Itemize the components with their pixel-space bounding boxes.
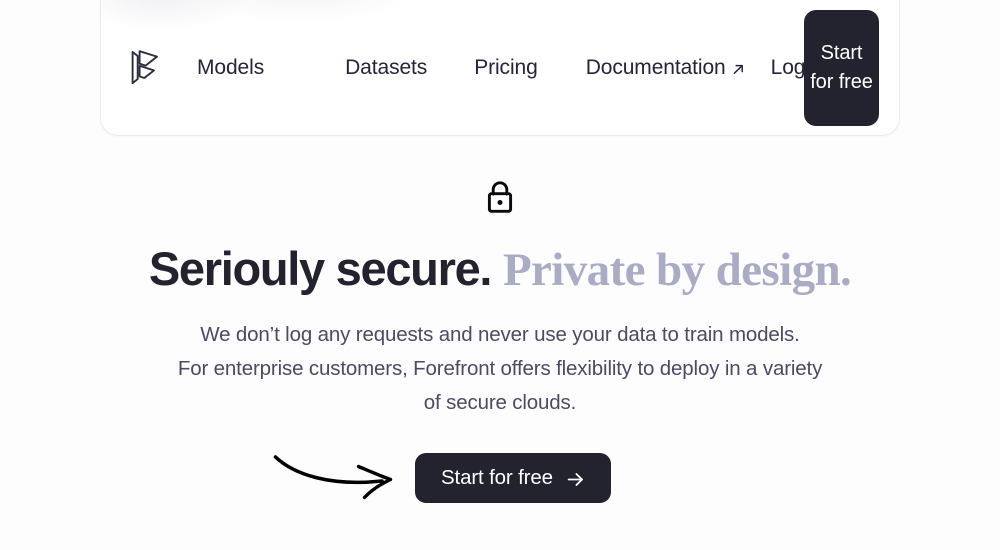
nav-item-datasets[interactable]: Datasets xyxy=(345,50,427,86)
forefront-logo-icon xyxy=(131,50,158,85)
page-title: Seriouly secure. Private by design. xyxy=(0,240,1000,299)
hero-icon-wrap xyxy=(0,180,1000,216)
lock-icon xyxy=(487,181,513,213)
nav-item-models[interactable]: Models xyxy=(197,50,264,86)
hero-subcopy-line-1: We don’t log any requests and never use … xyxy=(200,323,800,346)
headline-accent: Private by design. xyxy=(502,244,852,296)
nav-start-for-free-button[interactable]: Start for free xyxy=(804,10,879,126)
hero-subcopy-line-3: of secure clouds. xyxy=(423,391,577,414)
nav-item-documentation-label: Documentation xyxy=(585,56,726,79)
nav-links: Models Datasets Pricing Documentation Lo… xyxy=(197,0,822,135)
hero-cta-row: Start for free xyxy=(0,451,1000,511)
hero-start-for-free-button[interactable]: Start for free xyxy=(415,453,611,503)
hero-section: Seriouly secure. Private by design. We d… xyxy=(0,142,1000,503)
hero-subcopy-line-2: For enterprise customers, Forefront offe… xyxy=(177,357,823,380)
nav-item-models-label: Models xyxy=(197,56,265,79)
curved-arrow-doodle-icon xyxy=(273,455,393,500)
nav-item-pricing-label: Pricing xyxy=(474,56,538,79)
nav-item-pricing[interactable]: Pricing xyxy=(474,50,538,86)
navigation-bar: Models Datasets Pricing Documentation Lo… xyxy=(100,0,900,136)
nav-item-datasets-label: Datasets xyxy=(345,56,428,79)
hero-subcopy: We don’t log any requests and never use … xyxy=(0,318,1000,420)
forefront-logo[interactable] xyxy=(123,44,167,92)
nav-inner: Models Datasets Pricing Documentation Lo… xyxy=(101,0,899,135)
hero-cta-label: Start for free xyxy=(441,466,553,489)
nav-item-documentation[interactable]: Documentation xyxy=(586,50,745,86)
headline-space xyxy=(491,242,503,295)
headline-primary: Seriouly secure. xyxy=(148,242,493,295)
external-link-arrow-icon xyxy=(732,58,745,74)
arrow-right-icon xyxy=(566,470,585,489)
